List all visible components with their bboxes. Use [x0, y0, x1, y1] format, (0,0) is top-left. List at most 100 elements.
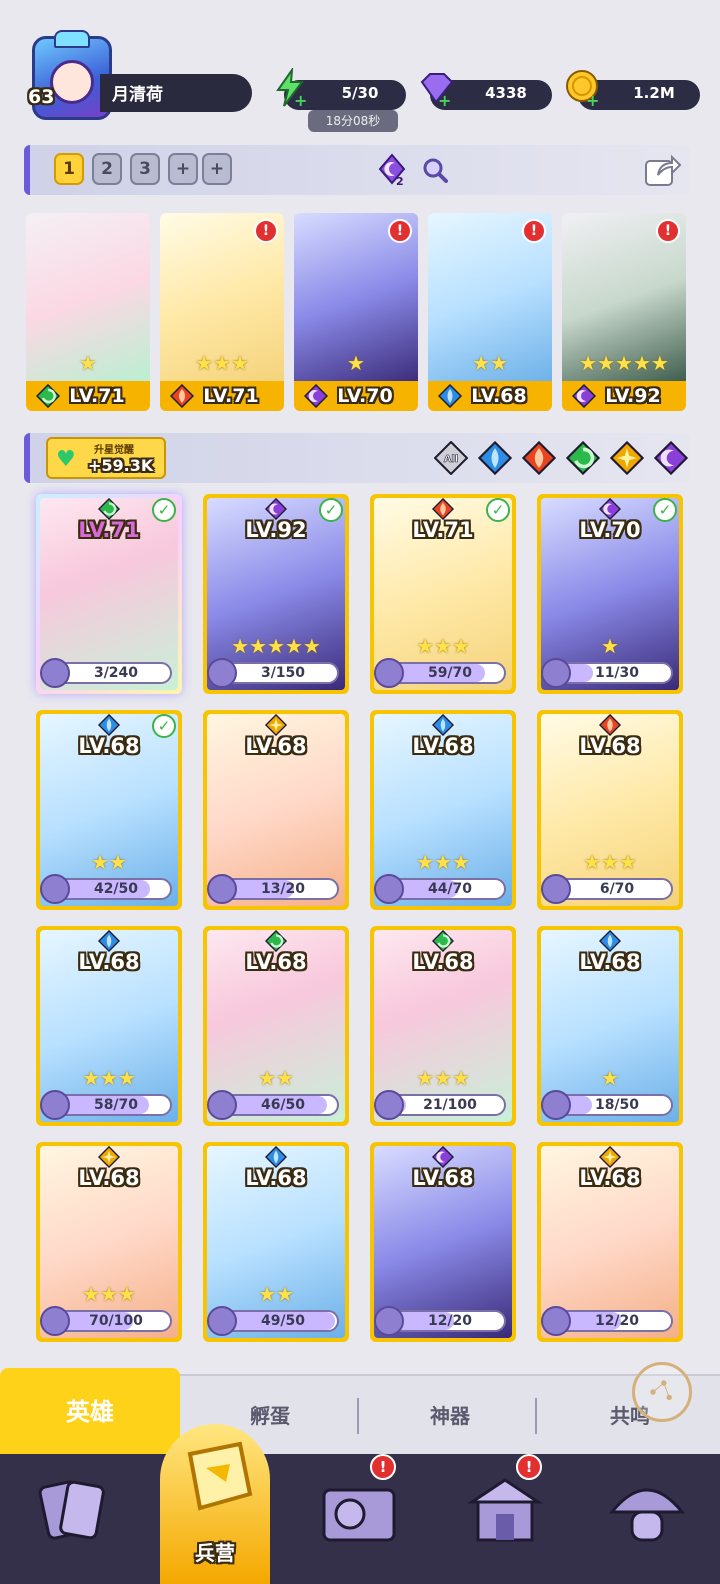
hero-stars: ★★★ [416, 850, 470, 874]
shard-progress: 6/70 [541, 874, 673, 904]
coin-value: 1.2M [633, 84, 675, 102]
alert-badge: ! [254, 219, 278, 243]
hero-card[interactable]: LV.68 ★★★ 70/100 [36, 1142, 182, 1342]
hero-level: LV.68 [78, 734, 140, 758]
hero-level: LV.70 [579, 518, 641, 542]
hero-stars: ★★ [258, 1282, 294, 1306]
cards-icon[interactable] [30, 1468, 116, 1554]
shard-count: 59/70 [427, 665, 473, 681]
mushroom-icon[interactable] [604, 1468, 690, 1554]
alert-badge: ! [516, 1454, 542, 1480]
hero-stars: ★★★ [416, 1066, 470, 1090]
hero-stars: ★ [601, 1066, 619, 1090]
filter-all-button[interactable]: All [433, 440, 469, 476]
hero-card[interactable]: ✓ LV.68 ★★ 42/50 [36, 710, 182, 910]
filter-light-icon[interactable] [609, 440, 645, 476]
tab-heroes[interactable]: 英雄 [0, 1368, 180, 1456]
hero-card[interactable]: LV.68 12/20 [537, 1142, 683, 1342]
awaken-value: +59.3K [88, 456, 154, 475]
hero-card[interactable]: LV.68 12/20 [370, 1142, 516, 1342]
shard-count: 21/100 [423, 1097, 477, 1113]
coin-counter[interactable]: + 1.2M [566, 70, 700, 110]
gem-value: 4338 [485, 84, 527, 102]
shard-progress: 13/20 [207, 874, 339, 904]
hero-card[interactable]: ✓ LV.71 ★★★ 59/70 [370, 494, 516, 694]
awaken-label: 升星觉醒 [94, 445, 134, 456]
hero-level: LV.68 [245, 1166, 307, 1190]
hero-card[interactable]: LV.68 ★★ 49/50 [203, 1142, 349, 1342]
light-element-icon [264, 713, 288, 737]
energy-value: 5/30 [341, 84, 379, 102]
hero-stars: ★★★ [82, 1282, 136, 1306]
hero-stars: ★★★ [416, 634, 470, 658]
player-name-bar[interactable]: 月清荷 [100, 74, 252, 112]
hero-stars: ★★★ [583, 850, 637, 874]
tab-resonance[interactable]: 共鸣 [540, 1376, 720, 1456]
player-level: 63 [28, 86, 55, 108]
hero-card[interactable]: LV.68 13/20 [203, 710, 349, 910]
nav-barracks[interactable]: 兵营 [160, 1424, 270, 1584]
water-element-icon [97, 929, 121, 953]
hero-level: LV.71 [78, 518, 140, 542]
hero-card[interactable]: LV.68 ★ 18/50 [537, 926, 683, 1126]
shard-progress: 3/240 [40, 658, 172, 688]
filter-wind-icon[interactable] [565, 440, 601, 476]
team-slot-add-2[interactable]: + [202, 153, 232, 185]
hero-card[interactable]: LV.68 ★★★ 44/70 [370, 710, 516, 910]
gem-counter[interactable]: + 4338 [420, 73, 552, 110]
heart-icon: ♥ [56, 447, 76, 472]
hero-level: LV.68 [78, 950, 140, 974]
player-name: 月清荷 [112, 85, 163, 105]
team-hero-card[interactable]: ★ LV.71 [26, 213, 150, 411]
moon-buff-icon[interactable]: 2 [374, 151, 410, 187]
team-slot-2[interactable]: 2 [92, 153, 122, 185]
team-hero-card[interactable]: ★★★! LV.71 [160, 213, 284, 411]
fire-element-icon [598, 713, 622, 737]
team-hero-card[interactable]: ★! LV.70 [294, 213, 418, 411]
search-icon[interactable] [420, 155, 450, 185]
hero-level: LV.68 [412, 950, 474, 974]
shard-count: 6/70 [599, 881, 635, 897]
filter-dark-icon[interactable] [653, 440, 689, 476]
hero-stars: ★★ [472, 351, 508, 375]
shard-count: 18/50 [594, 1097, 640, 1113]
hero-card[interactable]: LV.68 ★★ 46/50 [203, 926, 349, 1126]
filter-fire-icon[interactable] [521, 440, 557, 476]
energy-counter[interactable]: + 5/30 [276, 68, 406, 110]
svg-text:All: All [444, 454, 459, 465]
wind-element-icon [35, 383, 61, 409]
water-element-icon [97, 713, 121, 737]
shard-progress: 42/50 [40, 874, 172, 904]
share-icon[interactable] [644, 151, 682, 189]
team-slot-add-1[interactable]: + [168, 153, 198, 185]
tab-artifacts[interactable]: 神器 [360, 1376, 540, 1456]
hero-stars: ★★★ [82, 1066, 136, 1090]
hero-stars: ★★ [258, 1066, 294, 1090]
alert-badge: ! [656, 219, 680, 243]
hero-card[interactable]: LV.68 ★★★ 58/70 [36, 926, 182, 1126]
hero-card[interactable]: LV.68 ★★★ 21/100 [370, 926, 516, 1126]
hero-card[interactable]: LV.68 ★★★ 6/70 [537, 710, 683, 910]
constellation-button[interactable] [632, 1362, 692, 1422]
team-hero-card[interactable]: ★★! LV.68 [428, 213, 552, 411]
hero-card[interactable]: ✓ LV.70 ★ 11/30 [537, 494, 683, 694]
team-hero-card[interactable]: ★★★★★! LV.92 [562, 213, 686, 411]
svg-text:2: 2 [396, 175, 404, 187]
awaken-button[interactable]: ♥ 升星觉醒 +59.3K [46, 437, 166, 479]
hero-level: LV.68 [579, 1166, 641, 1190]
water-element-icon [437, 383, 463, 409]
hero-card[interactable]: ✓ LV.92 ★★★★★ 3/150 [203, 494, 349, 694]
alert-badge: ! [388, 219, 412, 243]
hero-stars: ★★★★★ [579, 351, 669, 375]
fire-element-icon [169, 383, 195, 409]
hero-card[interactable]: ✓ LV.71 3/240 [36, 494, 182, 694]
filter-water-icon[interactable] [477, 440, 513, 476]
hero-level: LV.71 [412, 518, 474, 542]
tab-bar: 英雄 孵蛋 神器 共鸣 [0, 1368, 720, 1456]
filter-bar: ♥ 升星觉醒 +59.3K All [24, 433, 690, 483]
team-slot-3[interactable]: 3 [130, 153, 160, 185]
team-slot-1[interactable]: 1 [54, 153, 84, 185]
tab-divider [357, 1398, 359, 1434]
hero-stars: ★★★★★ [231, 634, 321, 658]
constellation-icon [650, 1380, 672, 1401]
